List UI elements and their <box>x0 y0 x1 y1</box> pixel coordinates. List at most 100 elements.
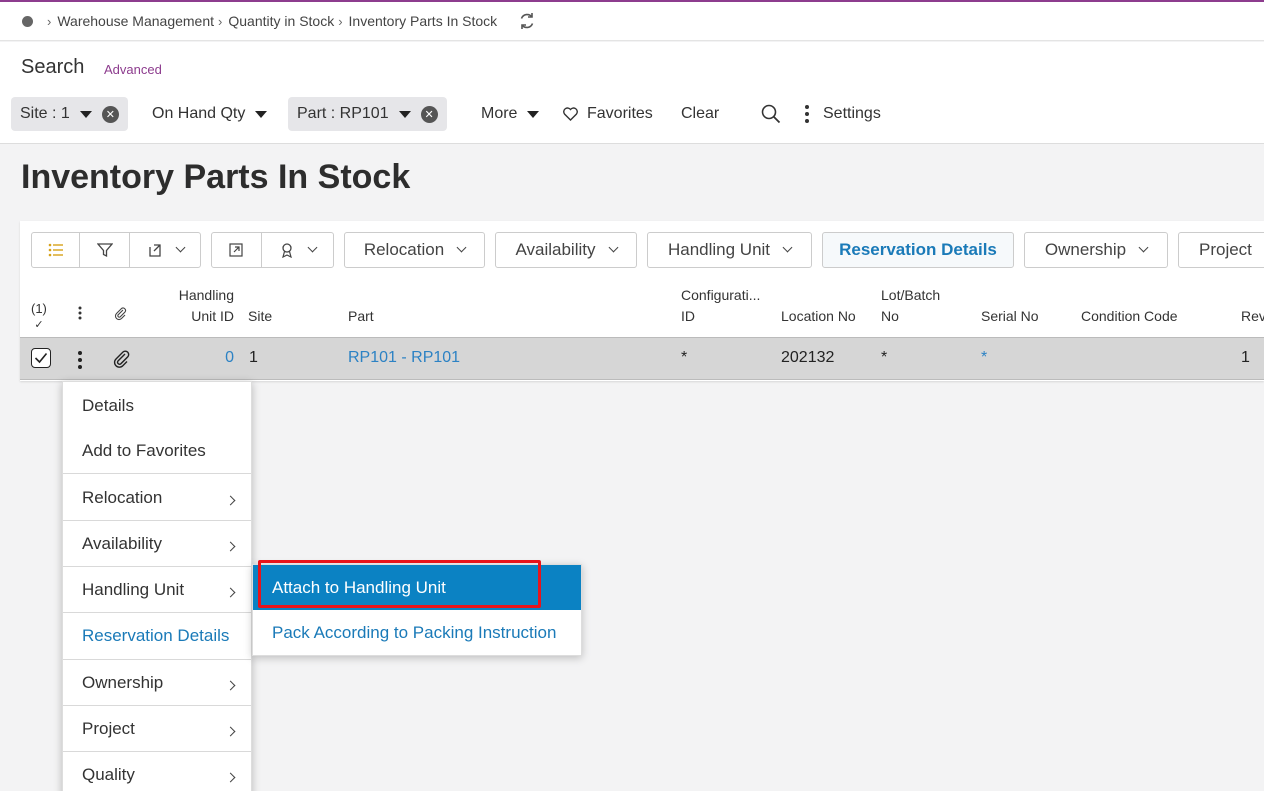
clear-filter-icon[interactable]: ✕ <box>420 105 438 123</box>
caret-down-icon[interactable] <box>398 110 411 118</box>
clear-button[interactable]: Clear <box>672 97 728 131</box>
header-config-line2: ID <box>681 308 695 324</box>
breadcrumb-item-current: Inventory Parts In Stock <box>348 13 498 29</box>
advanced-search-link[interactable]: Advanced <box>104 62 162 77</box>
header-rev[interactable]: Rev <box>1241 306 1264 327</box>
header-lot-line1: Lot/Batch <box>881 287 941 303</box>
home-icon[interactable] <box>22 15 33 27</box>
reservation-details-label: Reservation Details <box>839 240 997 259</box>
row-context-menu: Details Add to Favorites Relocation Avai… <box>62 381 252 791</box>
cell-part[interactable]: RP101 - RP101 <box>348 349 460 367</box>
handling-unit-label: Handling Unit <box>667 240 771 259</box>
kebab-icon <box>805 105 809 123</box>
settings-label: Settings <box>823 105 881 122</box>
menu-item-reservation-details[interactable]: Reservation Details <box>63 626 251 646</box>
row-checkbox[interactable] <box>31 348 51 368</box>
menu-divider <box>63 520 251 521</box>
search-title: Search <box>21 56 85 78</box>
cell-serial-no[interactable]: * <box>981 349 987 367</box>
menu-item-handling-unit[interactable]: Handling Unit <box>63 580 251 600</box>
cell-location-no: 202132 <box>781 349 835 366</box>
header-handling-line2: Unit ID <box>191 308 234 324</box>
open-in-new-icon[interactable] <box>212 233 262 267</box>
more-filters-button[interactable]: More <box>472 97 548 131</box>
menu-quality-label: Quality <box>82 765 135 784</box>
row-menu-icon[interactable] <box>78 351 82 369</box>
cell-lot-batch-no: * <box>881 349 888 366</box>
menu-item-availability[interactable]: Availability <box>63 534 251 554</box>
refresh-icon[interactable] <box>517 11 537 31</box>
ownership-button[interactable]: Ownership <box>1024 232 1168 268</box>
menu-item-ownership[interactable]: Ownership <box>63 673 251 693</box>
caret-down-icon[interactable] <box>255 110 268 118</box>
breadcrumb-item-quantity[interactable]: Quantity in Stock <box>228 13 334 29</box>
project-button[interactable]: Project <box>1178 232 1264 268</box>
handling-unit-button[interactable]: Handling Unit <box>647 232 812 268</box>
more-label: More <box>481 105 518 122</box>
project-label: Project <box>1199 240 1252 259</box>
header-handling-line1: Handling <box>178 287 234 303</box>
breadcrumb: › Warehouse Management › Quantity in Sto… <box>0 2 1264 41</box>
caret-down-icon[interactable] <box>79 110 92 118</box>
header-configuration-id[interactable]: Configurati... ID <box>681 285 760 327</box>
menu-item-project[interactable]: Project <box>63 719 251 739</box>
relocation-button[interactable]: Relocation <box>344 232 485 268</box>
filter-site[interactable]: Site : 1 ✕ <box>11 97 128 131</box>
header-serial-no[interactable]: Serial No <box>981 306 1039 327</box>
check-icon: ✓ <box>34 319 44 331</box>
selection-count-header[interactable]: (1) ✓ <box>31 301 47 333</box>
clear-label: Clear <box>681 105 720 122</box>
menu-handling-unit-label: Handling Unit <box>82 580 185 599</box>
toolbar-nav-group <box>211 232 334 268</box>
cell-site: 1 <box>249 349 258 366</box>
menu-item-details[interactable]: Details <box>63 396 251 416</box>
header-lot-line2: No <box>881 308 899 324</box>
export-menu-button[interactable] <box>130 233 200 267</box>
chevron-down-icon <box>307 242 318 253</box>
filter-icon[interactable] <box>80 233 130 267</box>
ribbon-icon <box>281 243 292 258</box>
export-icon <box>148 244 161 257</box>
header-condition-code[interactable]: Condition Code <box>1081 306 1178 327</box>
filter-part[interactable]: Part : RP101 ✕ <box>288 97 447 131</box>
chevron-down-icon <box>175 242 185 253</box>
header-location-no[interactable]: Location No <box>781 306 856 327</box>
header-handling-unit-id[interactable]: Handling Unit ID <box>166 285 234 327</box>
attachment-header-icon <box>114 307 128 321</box>
highlight-box <box>258 560 541 608</box>
list-view-icon[interactable] <box>32 233 80 267</box>
availability-button[interactable]: Availability <box>495 232 637 268</box>
menu-relocation-label: Relocation <box>82 488 163 507</box>
menu-divider <box>63 612 251 613</box>
table-row[interactable]: 0 1 RP101 - RP101 * 202132 * * 1 <box>20 337 1264 380</box>
menu-item-relocation[interactable]: Relocation <box>63 488 251 508</box>
clear-filter-icon[interactable]: ✕ <box>101 105 119 123</box>
header-part[interactable]: Part <box>348 306 374 327</box>
chevron-down-icon <box>1138 242 1149 253</box>
menu-item-quality[interactable]: Quality <box>63 765 251 785</box>
menu-availability-label: Availability <box>82 534 163 553</box>
filter-on-hand-label: On Hand Qty <box>152 105 246 122</box>
page-title: Inventory Parts In Stock <box>21 158 411 196</box>
caret-down-icon <box>527 110 540 118</box>
settings-button[interactable]: Settings <box>796 97 890 131</box>
header-lot-batch-no[interactable]: Lot/Batch No <box>881 285 940 327</box>
submenu-item-pack-according-to-packing-instruction[interactable]: Pack According to Packing Instruction <box>253 611 581 655</box>
reservation-details-button[interactable]: Reservation Details <box>822 232 1014 268</box>
breadcrumb-item-warehouse[interactable]: Warehouse Management <box>57 13 214 29</box>
tools-menu-button[interactable] <box>262 233 333 267</box>
menu-divider <box>63 566 251 567</box>
chevron-down-icon <box>456 242 467 253</box>
filter-on-hand-qty[interactable]: On Hand Qty <box>143 97 276 131</box>
search-panel: Search Advanced Site : 1 ✕ On Hand Qty P… <box>0 42 1264 144</box>
cell-rev: 1 <box>1241 349 1250 366</box>
search-icon[interactable] <box>752 97 790 131</box>
header-site[interactable]: Site <box>248 306 272 327</box>
attachment-icon[interactable] <box>113 350 131 368</box>
favorites-button[interactable]: Favorites <box>554 97 662 131</box>
menu-ownership-label: Ownership <box>82 673 164 692</box>
column-menu-icon[interactable] <box>78 306 82 320</box>
menu-item-add-to-favorites[interactable]: Add to Favorites <box>63 441 251 461</box>
relocation-label: Relocation <box>363 240 445 259</box>
cell-handling-unit-id[interactable]: 0 <box>170 349 234 367</box>
